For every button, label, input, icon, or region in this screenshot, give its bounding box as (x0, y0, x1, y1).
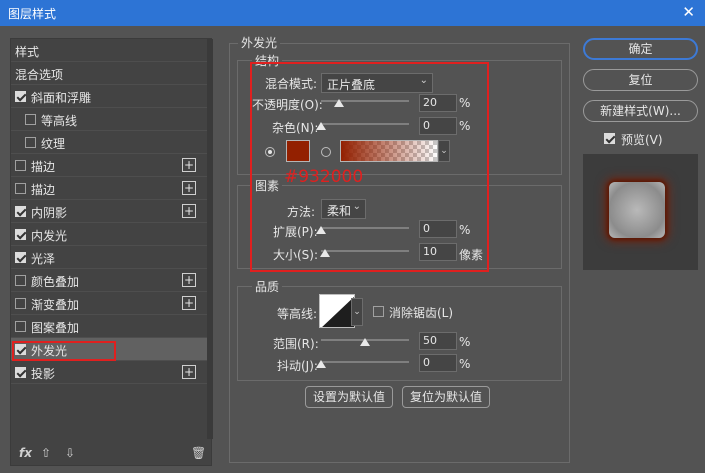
style-item-11[interactable]: 渐变叠加 + (11, 292, 207, 315)
jitter-unit: % (459, 357, 471, 371)
title-bar: 图层样式 ✕ (0, 0, 705, 26)
style-item-checkbox[interactable] (15, 367, 26, 378)
style-item-label: 颜色叠加 (31, 275, 80, 289)
style-item-label: 斜面和浮雕 (31, 91, 92, 105)
style-item-label: 纹理 (41, 137, 66, 151)
style-item-checkbox[interactable] (15, 160, 26, 171)
jitter-slider-thumb[interactable] (316, 360, 326, 368)
style-item-1[interactable]: 混合选项 (11, 62, 207, 85)
contour-label: 等高线: (277, 307, 318, 321)
outer-glow-title: 外发光 (238, 34, 281, 51)
contour-dropdown-icon[interactable]: ⌄ (351, 298, 363, 326)
style-item-label: 内阴影 (31, 206, 68, 220)
add-effect-icon[interactable]: + (182, 181, 196, 195)
style-item-checkbox[interactable] (15, 206, 26, 217)
contour-curve-icon (322, 296, 354, 327)
move-down-icon[interactable]: ⇩ (65, 446, 75, 460)
add-effect-icon[interactable]: + (182, 365, 196, 379)
style-item-checkbox[interactable] (15, 252, 26, 263)
style-item-checkbox[interactable] (15, 321, 26, 332)
style-item-7[interactable]: 内阴影 + (11, 200, 207, 223)
add-effect-icon[interactable]: + (182, 296, 196, 310)
style-item-12[interactable]: 图案叠加 (11, 315, 207, 338)
style-item-3[interactable]: 等高线 (11, 108, 207, 131)
style-item-checkbox[interactable] (15, 229, 26, 240)
reset-button[interactable]: 复位 (583, 69, 698, 91)
style-item-label: 等高线 (41, 114, 78, 128)
style-item-checkbox[interactable] (15, 183, 26, 194)
jitter-input[interactable]: 0 (419, 354, 457, 372)
ok-button[interactable]: 确定 (583, 38, 698, 60)
outer-glow-highlight (12, 341, 116, 361)
set-default-button[interactable]: 设置为默认值 (305, 386, 393, 408)
style-item-10[interactable]: 颜色叠加 + (11, 269, 207, 292)
style-item-0[interactable]: 样式 (11, 39, 207, 62)
add-effect-icon[interactable]: + (182, 158, 196, 172)
range-input[interactable]: 50 (419, 332, 457, 350)
preview-glow-shape (609, 182, 665, 238)
style-list: 样式 混合选项 斜面和浮雕 等高线 纹理 描边 + 描边 + 内阴影 + 内发光 光泽 颜色叠加 + 渐变叠加… (10, 38, 213, 466)
style-list-scrollbar[interactable] (207, 39, 213, 439)
preview-checkbox[interactable] (604, 133, 615, 144)
style-item-checkbox[interactable] (25, 137, 36, 148)
style-item-8[interactable]: 内发光 (11, 223, 207, 246)
window-title: 图层样式 (8, 7, 57, 21)
style-item-4[interactable]: 纹理 (11, 131, 207, 154)
trash-icon[interactable]: 🗑 (191, 446, 206, 460)
style-item-label: 描边 (31, 183, 56, 197)
style-item-label: 投影 (31, 367, 56, 381)
style-item-6[interactable]: 描边 + (11, 177, 207, 200)
style-item-checkbox[interactable] (15, 275, 26, 286)
jitter-slider-track[interactable] (321, 361, 409, 363)
style-item-checkbox[interactable] (15, 298, 26, 309)
preview-label: 预览(V) (621, 133, 663, 147)
antialias-checkbox[interactable] (373, 306, 384, 317)
style-list-toolbar: fx ⇧ ⇩ 🗑 (11, 443, 211, 465)
style-item-label: 内发光 (31, 229, 68, 243)
range-label: 范围(R): (273, 337, 319, 351)
style-item-5[interactable]: 描边 + (11, 154, 207, 177)
new-style-button[interactable]: 新建样式(W)... (583, 100, 698, 122)
style-item-9[interactable]: 光泽 (11, 246, 207, 269)
range-slider-thumb[interactable] (360, 338, 370, 346)
contour-picker[interactable] (319, 294, 355, 328)
antialias-label: 消除锯齿(L) (389, 306, 454, 320)
add-effect-icon[interactable]: + (182, 273, 196, 287)
add-effect-icon[interactable]: + (182, 204, 196, 218)
move-up-icon[interactable]: ⇧ (41, 446, 51, 460)
close-icon[interactable]: ✕ (682, 3, 695, 21)
fx-icon[interactable]: fx (19, 446, 32, 460)
style-item-label: 描边 (31, 160, 56, 174)
style-item-label: 混合选项 (15, 68, 64, 82)
reset-default-button[interactable]: 复位为默认值 (402, 386, 490, 408)
preview-thumbnail (583, 154, 698, 270)
quality-title: 品质 (252, 278, 283, 295)
style-item-checkbox[interactable] (15, 91, 26, 102)
style-item-2[interactable]: 斜面和浮雕 (11, 85, 207, 108)
style-item-label: 光泽 (31, 252, 56, 266)
style-item-14[interactable]: 投影 + (11, 361, 207, 384)
jitter-label: 抖动(J): (277, 359, 318, 373)
style-item-checkbox[interactable] (25, 114, 36, 125)
style-item-label: 渐变叠加 (31, 298, 80, 312)
style-item-label: 样式 (15, 45, 40, 59)
settings-highlight (250, 62, 489, 272)
range-unit: % (459, 335, 471, 349)
style-item-label: 图案叠加 (31, 321, 80, 335)
